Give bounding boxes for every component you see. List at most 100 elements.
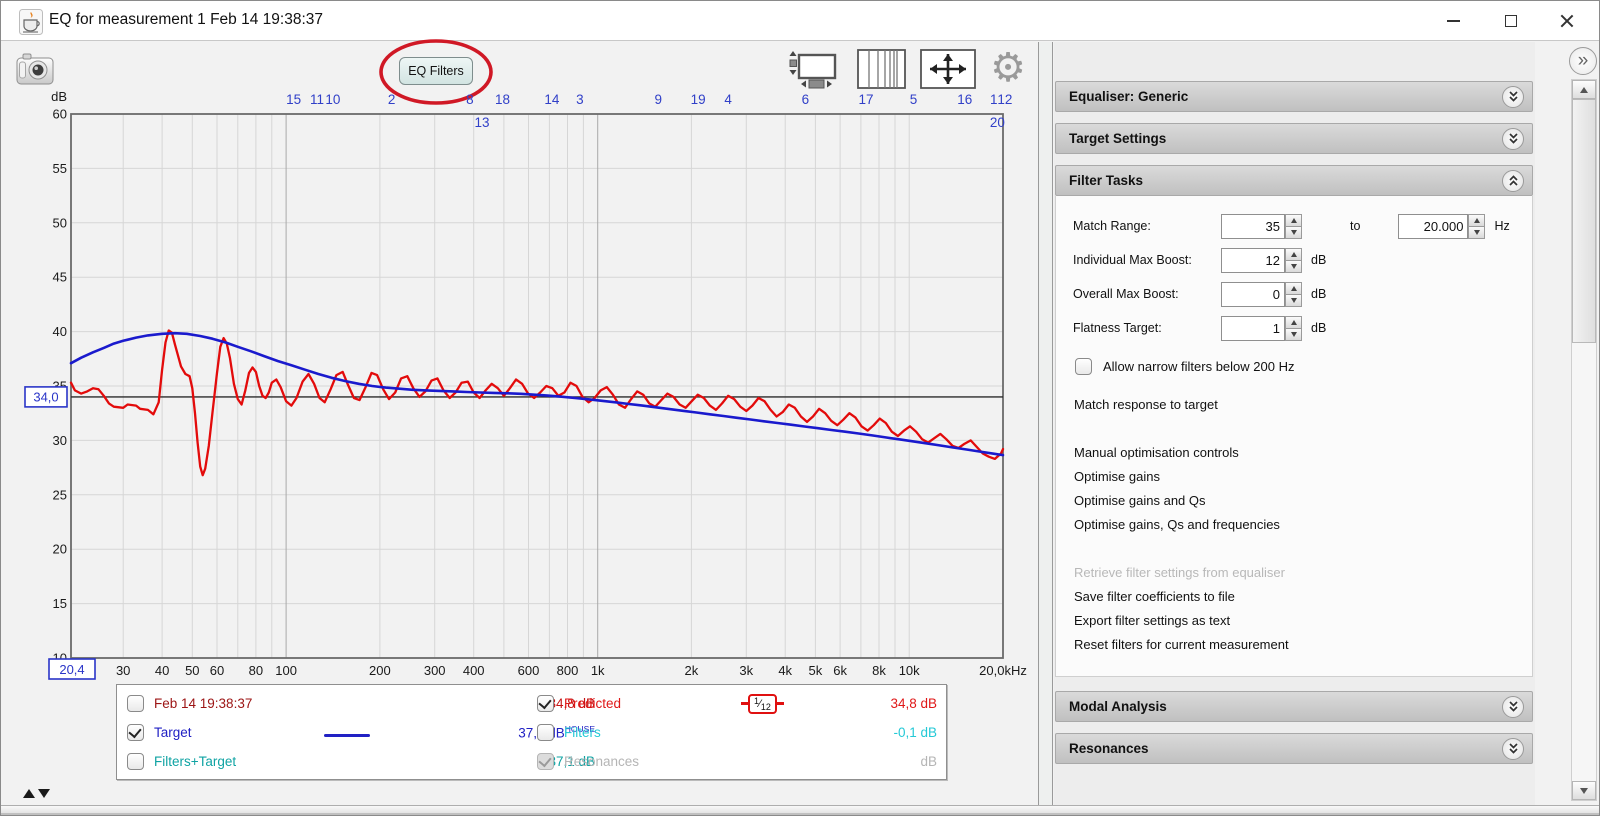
eq-filters-button[interactable]: EQ Filters [399, 57, 473, 85]
overall-max-boost-spinner [1221, 282, 1302, 307]
spin-down-button[interactable] [1285, 227, 1302, 239]
chevron-double-up-icon[interactable] [1502, 170, 1524, 192]
svg-text:50: 50 [53, 215, 67, 230]
legend-row-filters-target: Filters+Target37,1 dB [127, 747, 595, 776]
eq-side-panel: Equaliser: Generic Target Settings Filte… [1054, 42, 1535, 816]
action-optimise-gains[interactable]: Optimise gains [1056, 464, 1532, 488]
spin-down-button[interactable] [1468, 227, 1485, 239]
capture-graph-image-button[interactable] [16, 51, 54, 86]
svg-text:10: 10 [325, 92, 340, 107]
spin-up-button[interactable] [1468, 214, 1485, 227]
smoothing-badge: 1⁄12 [741, 694, 784, 714]
legend-checkbox-left[interactable] [127, 753, 144, 770]
svg-text:20,0kHz: 20,0kHz [979, 663, 1027, 678]
limits-button[interactable] [787, 48, 845, 90]
minimize-icon [1447, 20, 1460, 22]
legend-value: 34,8 dB [890, 696, 937, 711]
svg-text:4: 4 [724, 92, 732, 107]
frequency-axis-button[interactable] [857, 48, 907, 90]
svg-text:50: 50 [185, 663, 199, 678]
flatness-target-label: Flatness Target: [1073, 321, 1221, 335]
gear-settings-icon[interactable]: ⚙ [987, 48, 1029, 90]
pane-divider[interactable] [1038, 42, 1053, 816]
section-filter-tasks-title: Filter Tasks [1069, 173, 1143, 188]
svg-text:13: 13 [474, 115, 489, 130]
eq-chart[interactable]: 6055504540353025201510dB3040506080100200… [23, 87, 1037, 687]
action-save-filter-coefficients-to-file[interactable]: Save filter coefficients to file [1056, 584, 1532, 608]
legend-trace-label: Filters+Target [154, 754, 236, 769]
section-equaliser[interactable]: Equaliser: Generic [1055, 81, 1533, 112]
overall-max-boost-input[interactable] [1221, 282, 1285, 307]
svg-text:4k: 4k [778, 663, 792, 678]
spin-down-button[interactable] [1285, 329, 1302, 341]
legend-row-predicted: Predicted 1⁄12 34,8 dB [537, 689, 937, 718]
action-reset-filters-for-current-measurement[interactable]: Reset filters for current measurement [1056, 632, 1532, 656]
allow-narrow-filters-checkbox[interactable] [1075, 358, 1092, 375]
svg-text:30: 30 [116, 663, 130, 678]
bottom-strip [1, 805, 1600, 816]
chevron-double-down-icon[interactable] [1502, 128, 1524, 150]
legend-trace-label: Predicted [564, 696, 621, 711]
svg-text:600: 600 [518, 663, 540, 678]
match-range-row: Match Range: to Hz [1056, 209, 1532, 243]
pan-zoom-button[interactable] [920, 48, 976, 90]
spin-up-button[interactable] [1285, 248, 1302, 261]
action-export-filter-settings-as-text[interactable]: Export filter settings as text [1056, 608, 1532, 632]
svg-text:12: 12 [997, 92, 1012, 107]
section-filter-tasks[interactable]: Filter Tasks [1055, 165, 1533, 196]
individual-max-boost-input[interactable] [1221, 248, 1285, 273]
spin-down-button[interactable] [1285, 295, 1302, 307]
scroll-down-button[interactable] [1572, 781, 1596, 800]
individual-max-boost-row: Individual Max Boost: dB [1056, 243, 1532, 277]
legend-checkbox-right[interactable] [537, 724, 554, 741]
legend-checkbox-right[interactable] [537, 695, 554, 712]
spin-up-button[interactable] [1285, 214, 1302, 227]
collapse-panel-button[interactable]: » [1569, 47, 1597, 75]
legend-right-column: Predicted1⁄1234,8 dBFilters-0,1 dBResona… [537, 689, 937, 777]
match-range-from-input[interactable] [1221, 214, 1285, 239]
svg-text:20,4: 20,4 [59, 662, 84, 677]
action-optimise-gains-qs-and-frequencies[interactable]: Optimise gains, Qs and frequencies [1056, 512, 1532, 536]
legend-checkbox-left[interactable] [127, 695, 144, 712]
action-optimise-gains-and-qs[interactable]: Optimise gains and Qs [1056, 488, 1532, 512]
svg-text:16: 16 [957, 92, 972, 107]
overall-max-boost-label: Overall Max Boost: [1073, 287, 1221, 301]
minimize-button[interactable] [1425, 1, 1481, 41]
flatness-target-input[interactable] [1221, 316, 1285, 341]
maximize-button[interactable] [1483, 1, 1539, 41]
svg-text:1k: 1k [591, 663, 605, 678]
section-target-settings[interactable]: Target Settings [1055, 123, 1533, 154]
maximize-icon [1505, 15, 1517, 27]
legend-left-column: Feb 14 19:38:3734,8 dBTarget37,2 dBHOUSE… [127, 689, 595, 777]
close-icon [1560, 14, 1574, 28]
svg-text:15: 15 [53, 596, 67, 611]
scrollbar-thumb[interactable] [1572, 99, 1596, 343]
action-manual-optimisation-controls[interactable]: Manual optimisation controls [1056, 440, 1532, 464]
smoothing-1-12-icon[interactable]: 1⁄12 [748, 694, 777, 714]
to-label: to [1350, 219, 1360, 233]
section-resonances[interactable]: Resonances [1055, 733, 1533, 764]
spin-up-button[interactable] [1285, 316, 1302, 329]
match-range-to-input[interactable] [1398, 214, 1468, 239]
match-response-to-target-action[interactable]: Match response to target [1056, 392, 1532, 416]
svg-text:9: 9 [654, 92, 662, 107]
splitter-up-icon [23, 789, 35, 798]
scroll-up-button[interactable] [1572, 80, 1596, 99]
svg-text:5: 5 [910, 92, 918, 107]
svg-text:100: 100 [275, 663, 297, 678]
legend-row-feb-14-19-38-37: Feb 14 19:38:3734,8 dB [127, 689, 595, 718]
chevron-double-down-icon[interactable] [1502, 696, 1524, 718]
spin-up-button[interactable] [1285, 282, 1302, 295]
section-target-settings-title: Target Settings [1069, 131, 1166, 146]
legend-checkbox-left[interactable] [127, 724, 144, 741]
hz-unit-label: Hz [1494, 219, 1509, 233]
panel-scrollbar[interactable] [1571, 79, 1597, 801]
spin-down-button[interactable] [1285, 261, 1302, 273]
section-modal-analysis[interactable]: Modal Analysis [1055, 691, 1533, 722]
chevron-double-down-icon[interactable] [1502, 86, 1524, 108]
close-button[interactable] [1539, 1, 1595, 41]
chevron-double-down-icon[interactable] [1502, 738, 1524, 760]
svg-text:14: 14 [544, 92, 560, 107]
graph-splitter-control[interactable] [23, 789, 50, 798]
eq-filters-window: EQ for measurement 1 Feb 14 19:38:37 EQ … [0, 0, 1600, 816]
